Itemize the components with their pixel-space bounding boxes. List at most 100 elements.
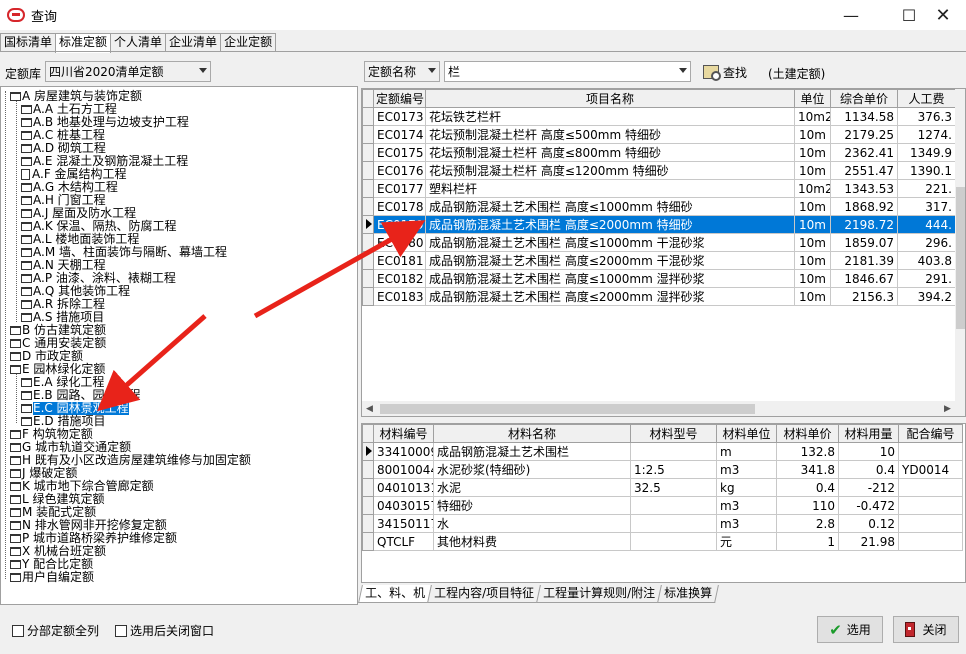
material-row[interactable]: 80010044 水泥砂浆(特细砂) 1:2.5 m3 341.8 0.4 YD0014 xyxy=(362,460,963,479)
tab-label: 工程量计算规则/附注 xyxy=(543,586,656,600)
chevron-down-icon xyxy=(679,68,687,73)
quota-cell: EC0180 xyxy=(373,233,426,252)
folder-icon xyxy=(21,235,32,244)
scroll-thumb[interactable] xyxy=(956,187,965,329)
folder-icon xyxy=(21,131,32,140)
library-select[interactable]: 四川省2020清单定额 xyxy=(45,61,211,82)
search-input[interactable]: 栏 xyxy=(444,61,691,82)
scroll-left-icon[interactable]: ◀ xyxy=(366,404,373,414)
material-cell xyxy=(898,478,963,497)
folder-icon xyxy=(21,196,32,205)
quota-grid[interactable]: 定额编号 项目名称 单位 综合单价 人工费 EC0173 花坛铁艺栏杆 10m2 1134.5… xyxy=(361,88,966,417)
quota-row[interactable]: EC0175 花坛预制混凝土栏杆 高度≤800mm 特细砂 10m 2362.41 13… xyxy=(362,143,956,162)
material-column-header[interactable]: 材料名称 xyxy=(433,424,631,443)
folder-icon xyxy=(21,222,32,231)
row-indicator xyxy=(362,143,374,162)
quota-row[interactable]: EC0174 花坛预制混凝土栏杆 高度≤500mm 特细砂 10m 2179.25 12… xyxy=(362,125,956,144)
material-grid[interactable]: 材料编号 材料名称 材料型号 材料单位 材料单价 材料用量 配合编号 33410009 成品钢… xyxy=(361,423,966,583)
quota-cell: 1134.58 xyxy=(830,107,898,126)
tab-standard-quota[interactable]: 标准定额 xyxy=(55,33,112,53)
tab-label: 标准换算 xyxy=(664,586,713,600)
material-cell: -0.472 xyxy=(838,496,899,515)
find-button[interactable]: 查找 xyxy=(703,63,747,81)
folder-icon xyxy=(21,157,32,166)
checkbox-box[interactable] xyxy=(12,624,24,637)
material-column-header[interactable]: 材料编号 xyxy=(373,424,434,443)
tree-item[interactable]: 用户自编定额 xyxy=(10,571,94,584)
tab-enterprise-quota[interactable]: 企业定额 xyxy=(220,33,277,52)
tab-enterprise-list[interactable]: 企业清单 xyxy=(165,33,222,52)
material-row[interactable]: QTCLF 其他材料费 元 1 21.98 xyxy=(362,532,963,551)
show-all-checkbox[interactable]: 分部定额全列 xyxy=(12,622,99,639)
tab-calculation-rules[interactable]: 工程量计算规则/附注 xyxy=(536,585,663,603)
tab-personal-list[interactable]: 个人清单 xyxy=(110,33,167,52)
quota-row[interactable]: EC0179 成品钢筋混凝土艺术围栏 高度≤2000mm 特细砂 10m 2198.7… xyxy=(362,215,956,234)
tab-national-list[interactable]: 国标清单 xyxy=(0,33,57,52)
row-indicator xyxy=(362,460,374,479)
checkbox-label: 选用后关闭窗口 xyxy=(130,624,215,638)
quota-row[interactable]: EC0182 成品钢筋混凝土艺术围栏 高度≤1000mm 湿拌砂浆 10m 1846.… xyxy=(362,269,956,288)
quota-column-header[interactable]: 人工费 xyxy=(897,89,956,108)
quota-column-header[interactable]: 定额编号 xyxy=(373,89,426,108)
quota-row[interactable]: EC0176 花坛预制混凝土栏杆 高度≤1200mm 特细砂 10m 2551.47 1… xyxy=(362,161,956,180)
row-indicator xyxy=(362,532,374,551)
tab-standard-conversion[interactable]: 标准换算 xyxy=(657,585,720,603)
material-column-header[interactable]: 材料型号 xyxy=(630,424,717,443)
checkbox-box[interactable] xyxy=(115,624,127,637)
quota-row[interactable]: EC0178 成品钢筋混凝土艺术围栏 高度≤1000mm 特细砂 10m 1868.9… xyxy=(362,197,956,216)
quota-vscrollbar[interactable] xyxy=(955,89,965,401)
quota-column-header[interactable]: 项目名称 xyxy=(425,89,795,108)
checkbox-label: 分部定额全列 xyxy=(27,624,100,638)
quota-cell: 221. xyxy=(897,179,956,198)
tab-labor-material-machine[interactable]: 工、料、机 xyxy=(358,585,432,603)
scroll-thumb[interactable] xyxy=(380,404,755,414)
quota-column-header[interactable]: 单位 xyxy=(794,89,831,108)
material-column-header[interactable]: 材料单位 xyxy=(716,424,777,443)
quota-cell: 2156.3 xyxy=(830,287,898,306)
exit-icon xyxy=(905,622,916,637)
material-cell: m3 xyxy=(716,460,777,479)
quota-cell: 2198.72 xyxy=(830,215,898,234)
material-row[interactable]: 04030157 特细砂 m3 110 -0.472 xyxy=(362,496,963,515)
select-button[interactable]: ✔ 选用 xyxy=(817,616,883,643)
tab-work-content[interactable]: 工程内容/项目特征 xyxy=(427,585,541,603)
quota-hscrollbar[interactable]: ◀ ▶ xyxy=(362,401,965,416)
folder-icon xyxy=(10,560,21,569)
folder-icon xyxy=(10,521,21,530)
folder-icon xyxy=(21,144,32,153)
close-button[interactable]: 关闭 xyxy=(893,616,959,643)
scope-label: (土建定额) xyxy=(768,67,826,81)
close-icon[interactable]: ✕ xyxy=(920,0,966,30)
quota-column-header[interactable]: 综合单价 xyxy=(830,89,898,108)
material-column-header[interactable]: 材料用量 xyxy=(838,424,899,443)
window-title: 查询 xyxy=(31,9,58,25)
folder-icon xyxy=(21,261,32,270)
quota-row[interactable]: EC0177 塑料栏杆 10m2 1343.53 221. xyxy=(362,179,956,198)
material-column-header[interactable]: 配合编号 xyxy=(898,424,963,443)
quota-row[interactable]: EC0173 花坛铁艺栏杆 10m2 1134.58 376.3 xyxy=(362,107,956,126)
scroll-right-icon[interactable]: ▶ xyxy=(944,404,951,414)
quota-cell: 2181.39 xyxy=(830,251,898,270)
material-cell: 21.98 xyxy=(838,532,899,551)
document-icon xyxy=(21,169,30,180)
material-cell: QTCLF xyxy=(373,532,434,551)
tree-line xyxy=(5,91,6,579)
quota-row[interactable]: EC0181 成品钢筋混凝土艺术围栏 高度≤2000mm 干混砂浆 10m 2181.… xyxy=(362,251,956,270)
material-row[interactable]: 04010131 水泥 32.5 kg 0.4 -212 xyxy=(362,478,963,497)
material-column-header[interactable]: 材料单价 xyxy=(776,424,839,443)
quota-row[interactable]: EC0183 成品钢筋混凝土艺术围栏 高度≤2000mm 湿拌砂浆 10m 2156.… xyxy=(362,287,956,306)
quota-cell: 10m xyxy=(794,197,831,216)
folder-icon xyxy=(10,547,21,556)
material-row[interactable]: 33410009 成品钢筋混凝土艺术围栏 m 132.8 10 xyxy=(362,442,963,461)
quota-cell: 2179.25 xyxy=(830,125,898,144)
search-field-select[interactable]: 定额名称 xyxy=(364,61,440,82)
close-after-checkbox[interactable]: 选用后关闭窗口 xyxy=(115,622,214,639)
folder-icon xyxy=(21,274,32,283)
folder-icon xyxy=(10,573,21,582)
material-cell: 1:2.5 xyxy=(630,460,717,479)
quota-tree[interactable]: A 房屋建筑与装饰定额 A.A 土石方工程 A.B 地基处理与边坡支护工程 A.C 桩… xyxy=(0,86,358,605)
minimize-icon[interactable]: — xyxy=(828,0,874,30)
material-row[interactable]: 34150117 水 m3 2.8 0.12 xyxy=(362,514,963,533)
quota-row[interactable]: EC0180 成品钢筋混凝土艺术围栏 高度≤1000mm 干混砂浆 10m 1859.… xyxy=(362,233,956,252)
quota-cell: 1343.53 xyxy=(830,179,898,198)
